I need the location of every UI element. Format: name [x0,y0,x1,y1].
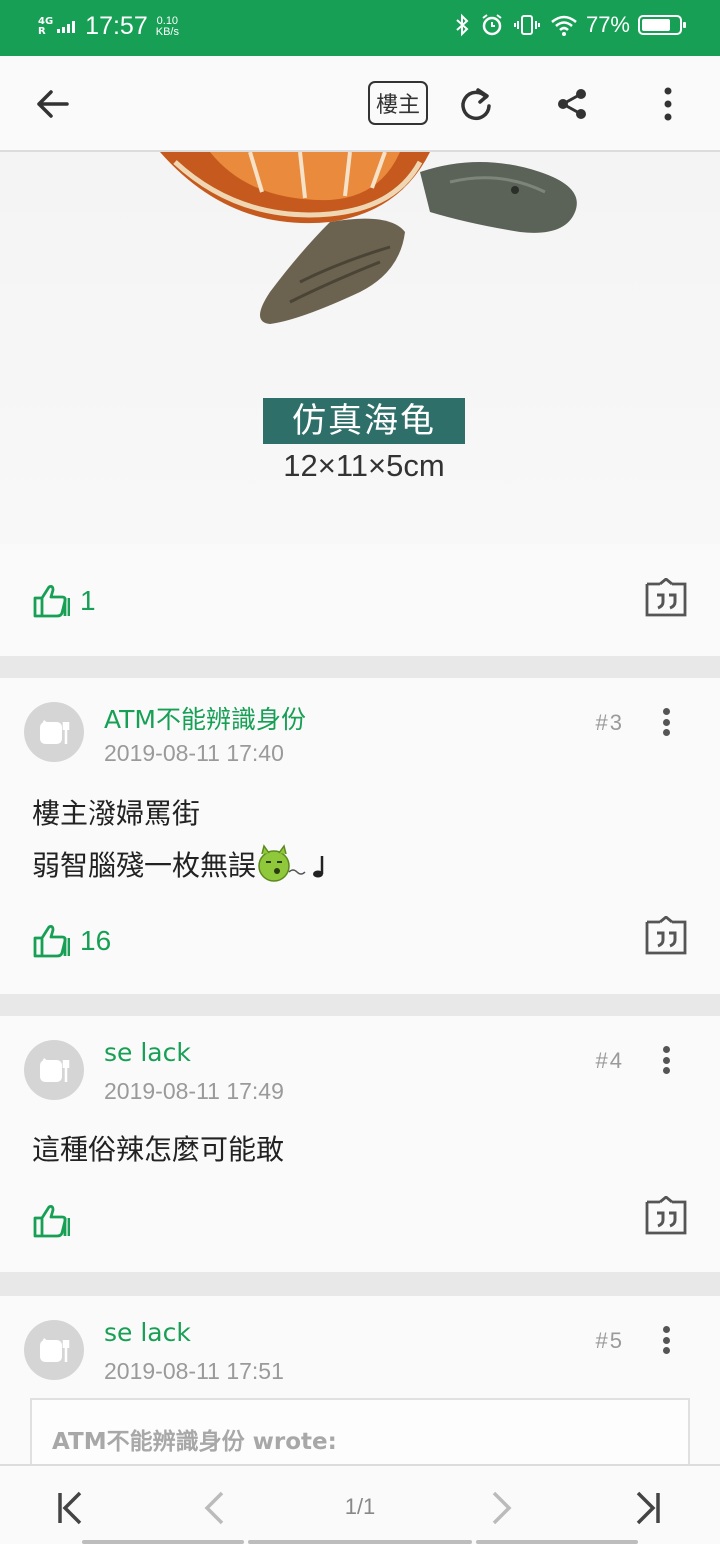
post-image[interactable]: 仿真海龟 12×11×5cm [0,152,720,544]
default-avatar-icon [40,1338,70,1362]
last-page-icon [636,1491,660,1525]
first-page-icon [58,1491,82,1525]
last-page-button[interactable] [624,1484,672,1532]
floor-number: #5 [595,1328,624,1353]
floor-number: #3 [595,710,624,735]
turtle-illustration [160,152,577,324]
timestamp: 2019-08-11 17:51 [104,1358,284,1384]
battery-icon [638,15,686,35]
first-page-button[interactable] [46,1484,94,1532]
gesture-bar-segment [248,1540,472,1544]
back-button[interactable] [28,80,76,128]
like-count: 16 [80,925,112,956]
post-more-button[interactable] [654,702,678,742]
vibrate-icon [513,15,540,35]
post-card-4: se lack 2019-08-11 17:49 #4 這種俗辣怎麼可能敢 [0,1016,720,1272]
share-button[interactable] [548,80,596,128]
network-type: 4G [38,15,54,27]
timestamp: 2019-08-11 17:40 [104,740,284,766]
floor-number: #4 [595,1048,624,1073]
status-left: 4G R 17:57 0.10 KB/s [38,12,179,41]
alarm-icon [482,14,502,36]
signal-icon [57,20,77,33]
refresh-icon [461,88,491,121]
post-text-line: 樓主潑婦罵街 [32,797,201,830]
page-indicator[interactable]: 1/1 [320,1494,400,1520]
refresh-button[interactable] [452,80,500,128]
post-text-line-with-emoji: 弱智腦殘一枚無誤 [32,844,332,884]
app-bar: 樓主 [0,56,720,152]
chevron-left-icon [204,1491,224,1525]
clock: 17:57 [85,12,148,40]
battery-percent: 77% [585,12,630,37]
timestamp: 2019-08-11 17:49 [104,1078,284,1104]
post-text-line: 這種俗辣怎麼可能敢 [32,1133,285,1166]
like-button[interactable] [32,1204,80,1238]
username[interactable]: se lack [104,1318,191,1347]
thumbs-up-icon [33,925,70,958]
quoted-post[interactable]: ATM不能辨識身份 wrote: [30,1398,690,1464]
quote-author-text: ATM不能辨識身份 wrote: [52,1429,337,1455]
status-bar: 4G R 17:57 0.10 KB/s 77% [0,0,720,56]
image-size-label: 12×11×5cm [283,448,445,483]
avatar[interactable] [24,702,84,762]
post-more-button[interactable] [654,1040,678,1080]
avatar[interactable] [24,1040,84,1100]
quote-icon[interactable] [644,916,688,956]
like-button[interactable]: 1 [32,584,96,618]
post-card-2: 1 [0,544,720,656]
roaming-indicator: R [38,25,46,37]
thumbs-up-icon [33,585,70,618]
post-card-3: ATM不能辨識身份 2019-08-11 17:40 #3 樓主潑婦罵街 弱智腦… [0,678,720,994]
quote-icon[interactable] [644,1196,688,1236]
whistling-devil-emoji [258,844,324,882]
net-speed-unit: KB/s [155,25,179,38]
quote-icon[interactable] [644,578,688,618]
net-speed: 0.10 KB/s [155,14,179,38]
like-count: 1 [80,585,96,616]
thumbs-up-icon [33,1205,70,1238]
gesture-bar-segment [476,1540,638,1544]
bluetooth-icon [456,13,469,37]
next-page-button[interactable] [478,1484,526,1532]
op-only-button[interactable]: 樓主 [368,81,428,125]
prev-page-button[interactable] [190,1484,238,1532]
wifi-icon [551,15,577,36]
more-menu-button[interactable] [644,80,692,128]
chevron-right-icon [492,1491,512,1525]
pagination-bar: 1/1 [0,1464,720,1544]
status-right: 77% [444,12,686,38]
default-avatar-icon [40,720,70,744]
post-text-line: 弱智腦殘一枚無誤 [32,849,257,882]
arrow-left-icon [37,90,69,118]
post-more-button[interactable] [654,1320,678,1360]
avatar[interactable] [24,1320,84,1380]
image-product-label: 仿真海龟 [263,398,465,444]
more-vertical-icon [664,87,672,121]
network-indicator: 4G R [38,15,57,37]
net-speed-value: 0.10 [156,14,179,27]
share-icon [558,89,586,119]
post-card-5: se lack 2019-08-11 17:51 #5 ATM不能辨識身份 wr… [0,1296,720,1464]
username[interactable]: ATM不能辨識身份 [104,700,306,736]
default-avatar-icon [40,1058,70,1082]
like-button[interactable]: 16 [32,924,111,958]
gesture-bar-segment [82,1540,244,1544]
battery-level [642,19,670,31]
username[interactable]: se lack [104,1038,191,1067]
